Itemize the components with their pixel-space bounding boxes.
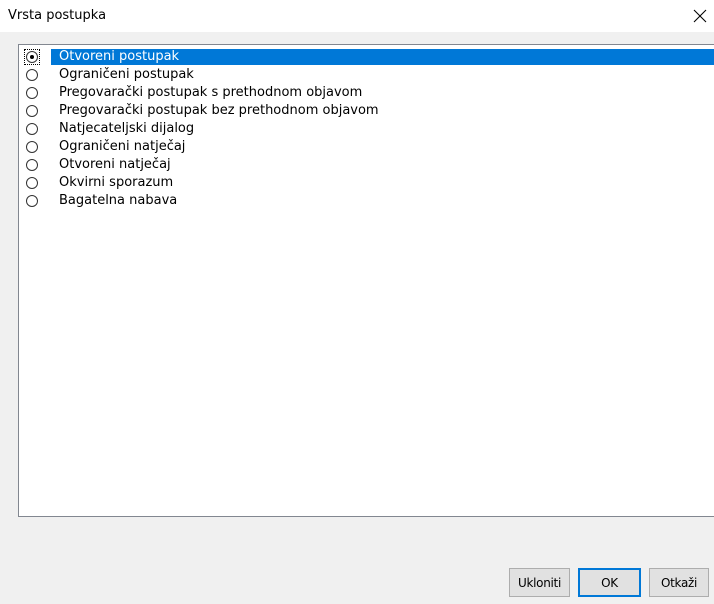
list-item[interactable]: Pregovarački postupak s prethodnom objav…	[20, 84, 714, 102]
ok-button[interactable]: OK	[578, 568, 641, 597]
remove-button[interactable]: Ukloniti	[509, 568, 570, 597]
list-item[interactable]: Pregovarački postupak bez prethodnom obj…	[20, 102, 714, 120]
radio-button[interactable]	[26, 87, 38, 99]
list-item-label: Otvoreni natječaj	[59, 157, 171, 172]
radio-button[interactable]	[26, 177, 38, 189]
list-item-label: Okvirni sporazum	[59, 175, 174, 190]
title-bar: Vrsta postupka	[0, 0, 714, 32]
list-item[interactable]: Otvoreni natječaj	[20, 156, 714, 174]
procedure-type-list[interactable]: Otvoreni postupak Ograničeni postupak Pr…	[18, 44, 714, 517]
list-item-label: Otvoreni postupak	[59, 49, 180, 64]
list-item-label: Ograničeni postupak	[59, 67, 194, 82]
list-item[interactable]: Ograničeni natječaj	[20, 138, 714, 156]
list-item[interactable]: Bagatelna nabava	[20, 192, 714, 210]
close-icon	[693, 9, 707, 23]
radio-button[interactable]	[26, 159, 38, 171]
list-item-label: Pregovarački postupak bez prethodnom obj…	[59, 103, 379, 118]
radio-button[interactable]	[26, 123, 38, 135]
list-item-label: Pregovarački postupak s prethodnom objav…	[59, 85, 363, 100]
close-button[interactable]	[686, 0, 714, 32]
radio-button[interactable]	[26, 69, 38, 81]
cancel-button[interactable]: Otkaži	[649, 568, 709, 597]
radio-button[interactable]	[26, 51, 38, 63]
list-item[interactable]: Okvirni sporazum	[20, 174, 714, 192]
list-item[interactable]: Ograničeni postupak	[20, 66, 714, 84]
radio-button[interactable]	[26, 195, 38, 207]
list-item-label: Bagatelna nabava	[59, 193, 178, 208]
window-title: Vrsta postupka	[8, 8, 107, 23]
radio-button[interactable]	[26, 141, 38, 153]
list-item[interactable]: Natjecateljski dijalog	[20, 120, 714, 138]
list-item[interactable]: Otvoreni postupak	[20, 48, 714, 66]
radio-button[interactable]	[26, 105, 38, 117]
list-item-label: Ograničeni natječaj	[59, 139, 186, 154]
list-item-label: Natjecateljski dijalog	[59, 121, 195, 136]
